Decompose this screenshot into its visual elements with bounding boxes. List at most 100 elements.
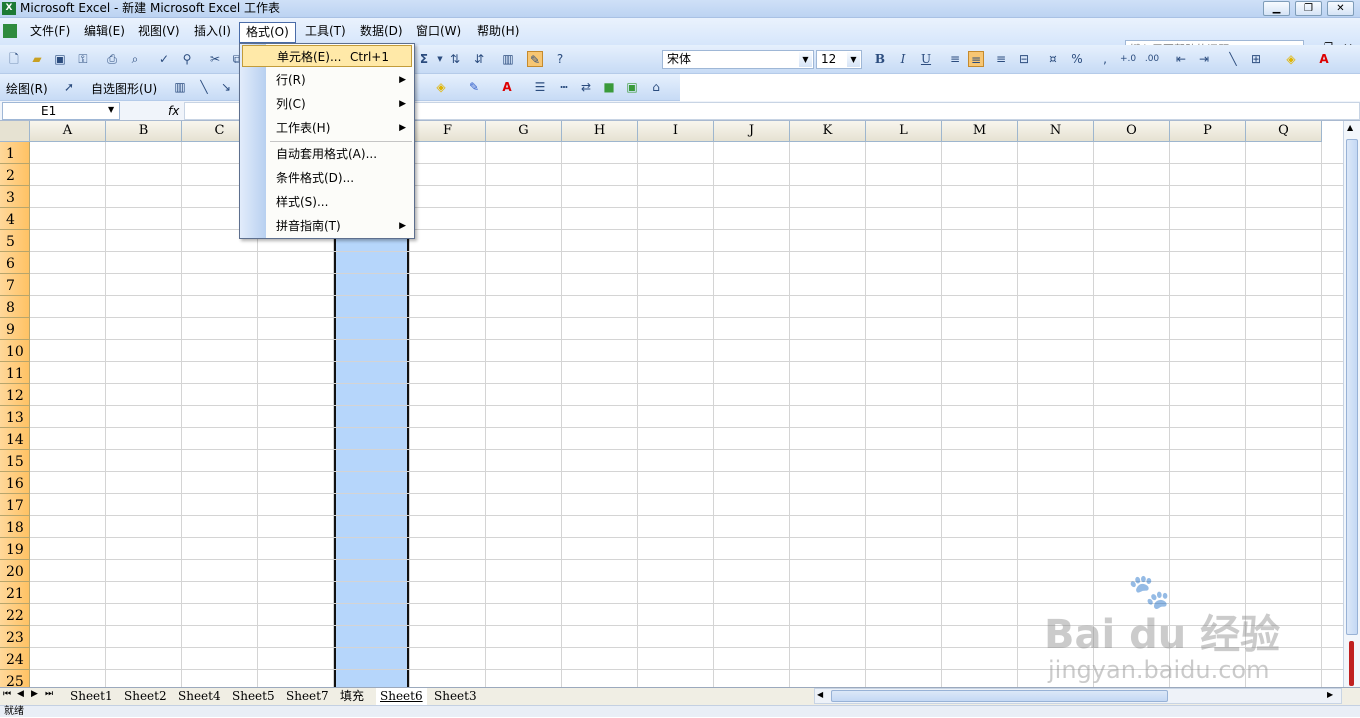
row-header[interactable]: 12 bbox=[0, 384, 30, 406]
menu-help[interactable]: 帮助(H) bbox=[471, 22, 525, 43]
column-header[interactable]: N bbox=[1018, 121, 1094, 142]
merge-center-icon[interactable]: ⊟ bbox=[1016, 51, 1032, 67]
align-right-icon[interactable]: ≡ bbox=[993, 51, 1009, 67]
percent-icon[interactable]: % bbox=[1069, 51, 1085, 67]
row-header[interactable]: 5 bbox=[0, 230, 30, 252]
font-name-select[interactable]: 宋体 ▼ bbox=[662, 50, 814, 69]
save-icon[interactable]: ▣ bbox=[52, 51, 68, 67]
autoshapes-menu-button[interactable]: 自选图形(U) bbox=[91, 80, 157, 97]
row-header[interactable]: 19 bbox=[0, 538, 30, 560]
decrease-decimal-icon[interactable]: .00 bbox=[1144, 51, 1160, 67]
row-header[interactable]: 17 bbox=[0, 494, 30, 516]
increase-indent-icon[interactable]: ⇥ bbox=[1196, 51, 1212, 67]
restore-button[interactable]: ❐ bbox=[1295, 1, 1322, 16]
menu-item-conditional-formatting[interactable]: 条件格式(D)... bbox=[242, 167, 412, 189]
menu-item-style[interactable]: 样式(S)... bbox=[242, 191, 412, 213]
autosum-icon[interactable]: Σ bbox=[416, 51, 432, 67]
scroll-left-icon[interactable]: ◀ bbox=[817, 690, 823, 699]
column-header[interactable]: P bbox=[1170, 121, 1246, 142]
font-color-icon[interactable]: A bbox=[1316, 51, 1332, 67]
draw-menu-button[interactable]: 绘图(R) bbox=[6, 80, 48, 97]
row-header[interactable]: 22 bbox=[0, 604, 30, 626]
row-header[interactable]: 24 bbox=[0, 648, 30, 670]
row-header[interactable]: 10 bbox=[0, 340, 30, 362]
decrease-indent-icon[interactable]: ⇤ bbox=[1173, 51, 1189, 67]
next-sheet-icon[interactable]: ▶ bbox=[31, 689, 38, 699]
column-header[interactable]: I bbox=[638, 121, 714, 142]
row-header[interactable]: 2 bbox=[0, 164, 30, 186]
increase-decimal-icon[interactable]: +.0 bbox=[1120, 51, 1136, 67]
font-size-select[interactable]: 12 ▼ bbox=[816, 50, 862, 69]
column-header[interactable]: Q bbox=[1246, 121, 1322, 142]
permission-icon[interactable]: ⚿ bbox=[75, 51, 91, 67]
name-box-dropdown-icon[interactable]: ▼ bbox=[108, 105, 114, 114]
comma-style-icon[interactable]: , bbox=[1097, 51, 1113, 67]
sheet-tab-sheet1[interactable]: Sheet1 bbox=[66, 688, 117, 705]
sheet-tab-sheet7[interactable]: Sheet7 bbox=[282, 688, 333, 705]
select-pointer-icon[interactable]: ➚ bbox=[61, 79, 77, 95]
row-header[interactable]: 6 bbox=[0, 252, 30, 274]
select-all-corner[interactable] bbox=[0, 121, 30, 142]
line-color-icon[interactable]: ✎ bbox=[466, 79, 482, 95]
row-header[interactable]: 16 bbox=[0, 472, 30, 494]
print-icon[interactable]: ⎙ bbox=[104, 51, 120, 67]
dash-style-icon[interactable]: ┅ bbox=[556, 79, 572, 95]
autosum-dropdown-icon[interactable]: ▼ bbox=[432, 51, 448, 67]
arrow-style-icon[interactable]: ⇄ bbox=[578, 79, 594, 95]
row-header[interactable]: 7 bbox=[0, 274, 30, 296]
first-sheet-icon[interactable]: ⏮ bbox=[3, 689, 11, 699]
vertical-scroll-thumb[interactable] bbox=[1346, 139, 1358, 635]
diagram-icon[interactable]: ▥ bbox=[172, 79, 188, 95]
borders-icon[interactable]: ⊞ bbox=[1248, 51, 1264, 67]
column-header[interactable]: G bbox=[486, 121, 562, 142]
font-color-draw-icon[interactable]: A bbox=[499, 79, 515, 95]
row-header[interactable]: 18 bbox=[0, 516, 30, 538]
column-header[interactable]: M bbox=[942, 121, 1018, 142]
clip-art-icon[interactable]: ⌂ bbox=[648, 79, 664, 95]
line-style-icon[interactable]: ☰ bbox=[532, 79, 548, 95]
row-header[interactable]: 21 bbox=[0, 582, 30, 604]
research-icon[interactable]: ⚲ bbox=[179, 51, 195, 67]
column-header[interactable]: F bbox=[410, 121, 486, 142]
menu-item-column[interactable]: 列(C) ▶ bbox=[242, 93, 412, 115]
menu-item-phonetic-guide[interactable]: 拼音指南(T) ▶ bbox=[242, 215, 412, 237]
menu-view[interactable]: 视图(V) bbox=[132, 22, 186, 43]
print-preview-icon[interactable]: ⌕ bbox=[127, 51, 143, 67]
column-header[interactable]: H bbox=[562, 121, 638, 142]
shadow-icon[interactable]: ■ bbox=[601, 79, 617, 95]
menu-edit[interactable]: 编辑(E) bbox=[78, 22, 131, 43]
bold-icon[interactable]: B bbox=[872, 51, 888, 67]
currency-icon[interactable]: ¤ bbox=[1045, 51, 1061, 67]
vertical-scrollbar[interactable]: ▲ bbox=[1343, 121, 1360, 687]
sheet-tab-sheet6[interactable]: Sheet6 bbox=[376, 688, 427, 705]
menu-insert[interactable]: 插入(I) bbox=[188, 22, 237, 43]
minimize-button[interactable]: ▁ bbox=[1263, 1, 1290, 16]
sheet-tab-fill[interactable]: 填充 bbox=[336, 688, 368, 705]
row-header[interactable]: 20 bbox=[0, 560, 30, 582]
menu-item-cells[interactable]: 单元格(E)... Ctrl+1 bbox=[242, 45, 412, 67]
fill-bucket-icon[interactable]: ◈ bbox=[433, 79, 449, 95]
menu-data[interactable]: 数据(D) bbox=[354, 22, 409, 43]
arrow-tool-icon[interactable]: ↘ bbox=[218, 79, 234, 95]
line-tool-icon[interactable]: ╲ bbox=[196, 79, 212, 95]
italic-icon[interactable]: I bbox=[895, 51, 911, 67]
align-center-icon[interactable]: ≡ bbox=[968, 51, 984, 67]
underline-icon[interactable]: U bbox=[918, 51, 934, 67]
menu-window[interactable]: 窗口(W) bbox=[410, 22, 467, 43]
line-icon[interactable]: ╲ bbox=[1225, 51, 1241, 67]
fx-icon[interactable]: fx bbox=[168, 102, 182, 120]
menu-item-row[interactable]: 行(R) ▶ bbox=[242, 69, 412, 91]
row-header[interactable]: 25 bbox=[0, 670, 30, 687]
column-header[interactable]: K bbox=[790, 121, 866, 142]
last-sheet-icon[interactable]: ⏭ bbox=[45, 689, 53, 699]
menu-item-sheet[interactable]: 工作表(H) ▶ bbox=[242, 117, 412, 139]
column-header[interactable]: L bbox=[866, 121, 942, 142]
prev-sheet-icon[interactable]: ◀ bbox=[17, 689, 24, 699]
close-button[interactable]: ✕ bbox=[1327, 1, 1354, 16]
sheet-tab-sheet2[interactable]: Sheet2 bbox=[120, 688, 171, 705]
menu-format[interactable]: 格式(O) bbox=[239, 22, 296, 43]
horizontal-scrollbar[interactable]: ◀ ▶ bbox=[814, 688, 1342, 704]
menu-file[interactable]: 文件(F) bbox=[24, 22, 76, 43]
spelling-icon[interactable]: ✓ bbox=[156, 51, 172, 67]
menu-tools[interactable]: 工具(T) bbox=[299, 22, 352, 43]
